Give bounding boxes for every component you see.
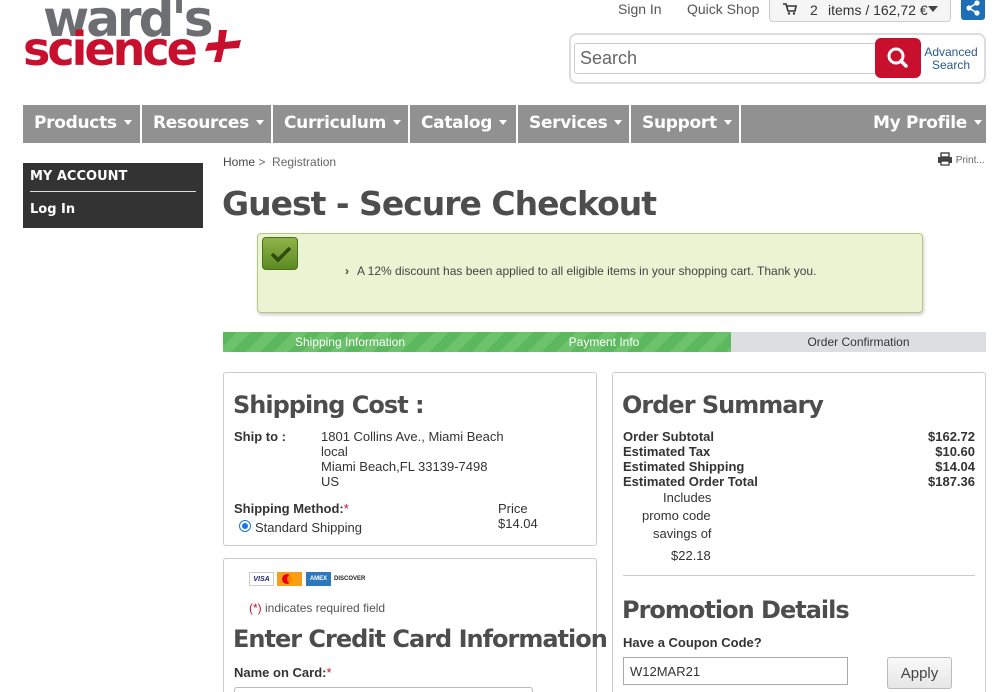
wards-science-logo[interactable]: ward's science — [23, 0, 243, 74]
promo-savings-line-3: savings of — [653, 526, 712, 541]
shipping-method-label: Shipping Method:* — [234, 501, 349, 516]
nav-divider — [739, 105, 741, 143]
promo-savings-line-1: Includes — [663, 490, 712, 505]
caret-down-icon — [614, 120, 623, 125]
caret-down-icon — [123, 120, 132, 125]
required-marker: * — [343, 501, 349, 516]
search-icon — [887, 47, 908, 68]
logo-line2: science — [23, 22, 198, 76]
order-summary-title: Order Summary — [622, 391, 824, 419]
breadcrumb-home[interactable]: Home — [223, 155, 255, 169]
order-total-value: $187.36 — [928, 474, 975, 489]
summary-divider — [623, 575, 975, 576]
share-icon — [966, 0, 980, 16]
ship-to-label: Ship to : — [234, 429, 286, 444]
breadcrumb: Home > Registration — [223, 155, 336, 169]
standard-shipping-radio[interactable] — [239, 520, 251, 532]
caret-down-icon — [723, 120, 732, 125]
mini-cart-button[interactable]: 2 items / 162,72 € — [769, 0, 951, 22]
shipping-cost-title: Shipping Cost : — [233, 391, 425, 419]
nav-services[interactable]: Services — [529, 105, 623, 143]
caret-down-icon — [499, 120, 508, 125]
nav-curriculum[interactable]: Curriculum — [284, 105, 401, 143]
discount-message: › A 12% discount has been applied to all … — [345, 264, 817, 278]
nav-resources[interactable]: Resources — [153, 105, 264, 143]
caret-down-icon — [974, 120, 983, 125]
visa-icon: VISA — [249, 572, 274, 586]
nav-catalog[interactable]: Catalog — [421, 105, 508, 143]
quick-shop-link[interactable]: Quick Shop — [687, 1, 759, 17]
print-label: Print... — [955, 155, 985, 166]
amex-icon: AMEX — [306, 572, 331, 586]
page-title: Guest - Secure Checkout — [222, 184, 657, 223]
breadcrumb-current: Registration — [272, 155, 337, 169]
cart-icon — [783, 3, 797, 15]
chevron-down-icon — [928, 6, 938, 12]
shipping-est-label: Estimated Shipping — [623, 459, 745, 474]
share-button[interactable] — [961, 0, 985, 20]
name-on-card-input[interactable] — [234, 687, 533, 692]
coupon-label: Have a Coupon Code? — [623, 635, 762, 650]
coupon-code-input[interactable] — [623, 657, 848, 685]
nav-divider — [408, 105, 410, 143]
promo-savings-amount: $22.18 — [671, 548, 711, 563]
discover-icon: DISCOVER — [334, 572, 365, 586]
nav-divider — [629, 105, 631, 143]
credit-card-title: Enter Credit Card Information — [233, 625, 608, 653]
sidebar-divider — [30, 191, 196, 192]
subtotal-label: Order Subtotal — [623, 429, 715, 444]
search-button[interactable] — [875, 38, 921, 78]
shipping-price: $14.04 — [498, 516, 538, 531]
advanced-search-link[interactable]: Advanced Search — [922, 46, 980, 72]
nav-divider — [516, 105, 518, 143]
required-field-note: (*) indicates required field — [249, 601, 386, 615]
address-line-3: Miami Beach,FL 33139-7498 — [321, 459, 488, 474]
sign-in-link[interactable]: Sign In — [618, 1, 662, 17]
tax-value: $10.60 — [935, 444, 975, 459]
address-line-4: US — [321, 474, 340, 489]
chevron-right-icon: › — [345, 264, 349, 278]
step-payment-info: Payment Info — [477, 332, 731, 352]
checkmark-icon — [262, 237, 298, 270]
shipping-est-value: $14.04 — [935, 459, 975, 474]
nav-support[interactable]: Support — [642, 105, 732, 143]
logo-plus-icon — [205, 30, 241, 62]
printer-icon — [938, 152, 952, 166]
caret-down-icon — [393, 120, 401, 125]
mastercard-icon — [277, 572, 302, 586]
apply-coupon-button[interactable]: Apply — [887, 657, 952, 689]
address-line-1: 1801 Collins Ave., Miami Beach — [321, 429, 504, 444]
checkout-progress: Shipping Information Payment Info Order … — [223, 332, 986, 352]
tax-label: Estimated Tax — [623, 444, 711, 459]
search-input[interactable] — [574, 43, 876, 74]
print-link[interactable]: Print... — [937, 152, 985, 166]
cart-count: 2 — [810, 2, 818, 18]
nav-products[interactable]: Products — [34, 105, 132, 143]
promotion-details-title: Promotion Details — [622, 596, 850, 624]
nav-divider — [140, 105, 142, 143]
sidebar-item-log-in[interactable]: Log In — [30, 202, 75, 217]
order-total-label: Estimated Order Total — [623, 474, 758, 489]
subtotal-value: $162.72 — [928, 429, 975, 444]
step-order-confirmation: Order Confirmation — [731, 332, 986, 352]
breadcrumb-separator: > — [258, 155, 266, 169]
nav-my-profile[interactable]: My Profile — [873, 105, 983, 143]
nav-divider — [271, 105, 273, 143]
cart-summary-text: items / 162,72 € — [828, 2, 928, 18]
price-header: Price — [498, 501, 528, 516]
my-account-sidebar: MY ACCOUNT Log In — [23, 163, 203, 228]
caret-down-icon — [255, 120, 264, 125]
main-nav: Products Resources Curriculum Catalog Se… — [23, 105, 986, 143]
step-shipping-information: Shipping Information — [223, 332, 477, 352]
promo-savings-line-2: promo code — [642, 508, 711, 523]
sidebar-heading: MY ACCOUNT — [30, 169, 128, 184]
name-on-card-label: Name on Card:* — [234, 665, 332, 680]
address-line-2: local — [321, 444, 348, 459]
standard-shipping-label[interactable]: Standard Shipping — [255, 520, 362, 535]
